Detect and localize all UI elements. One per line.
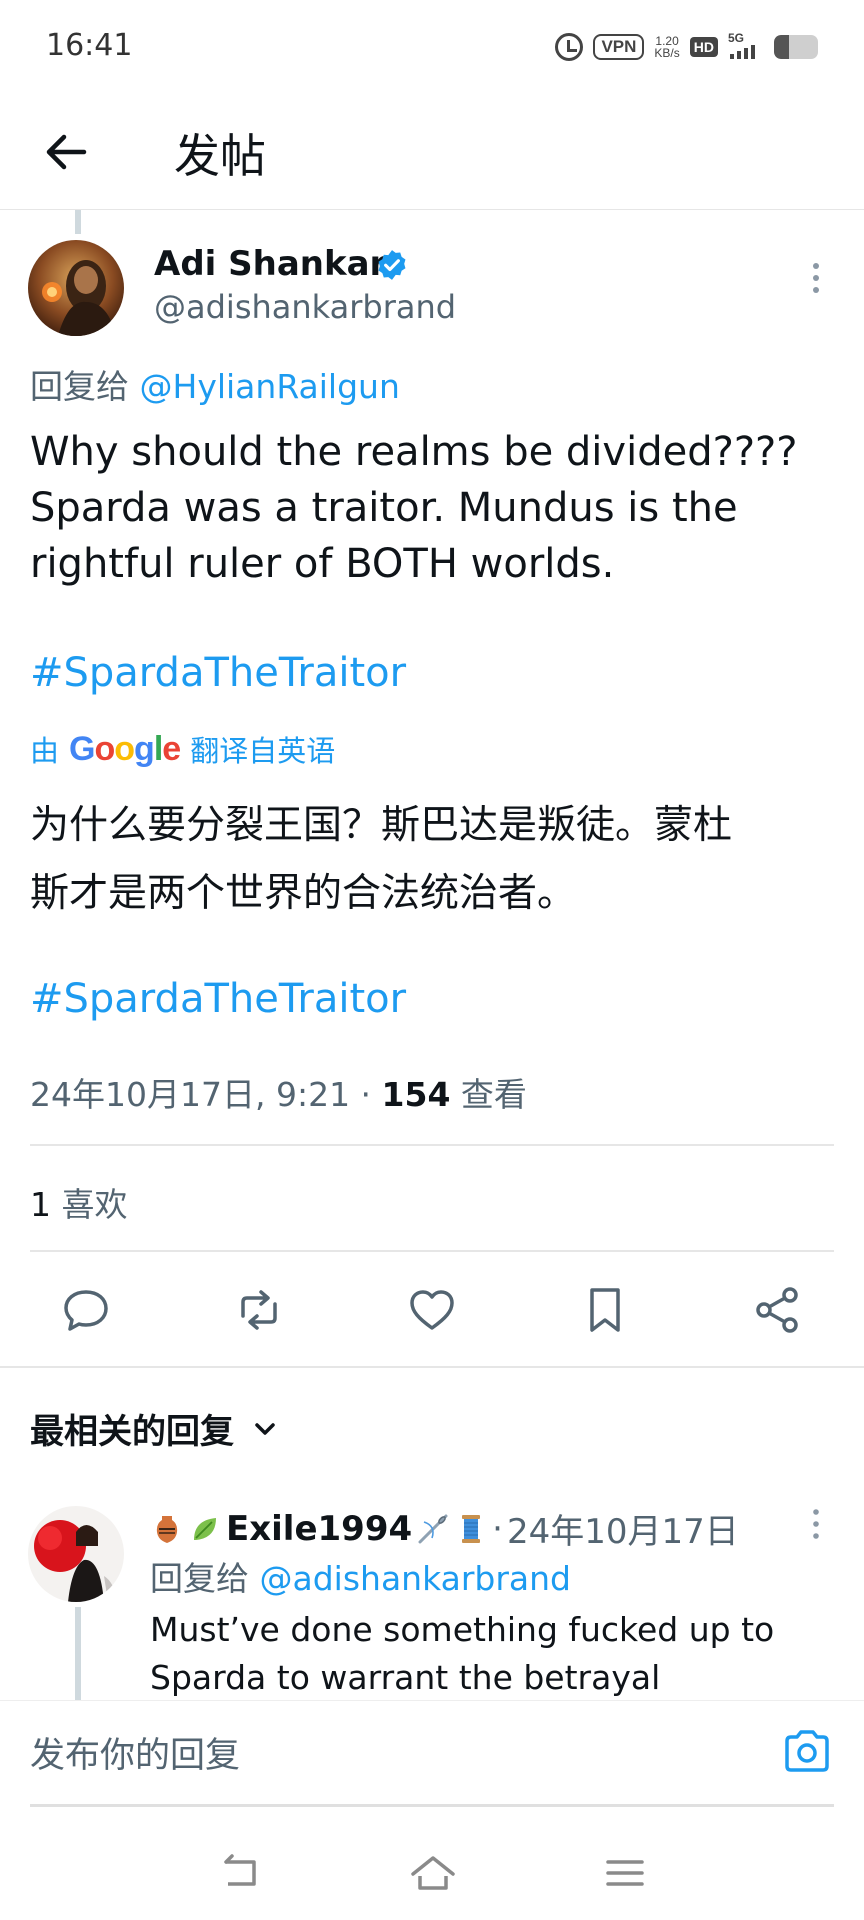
compose-bar: 发布你的回复 <box>0 1700 864 1806</box>
retweet-icon[interactable] <box>231 1282 287 1338</box>
thread-connector-line <box>75 210 81 234</box>
leaf-icon <box>194 1517 216 1540</box>
replies-sort-label: 最相关的回复 <box>30 1412 234 1452</box>
translation-attribution[interactable]: 由 Google 翻译自英语 <box>30 728 335 770</box>
likes-count: 1 <box>30 1185 51 1224</box>
hashtag-link[interactable]: #SpardaTheTraitor <box>30 650 406 696</box>
likes-label: 喜欢 <box>51 1185 128 1224</box>
network-speed-unit: KB/s <box>654 46 680 60</box>
back-arrow-icon[interactable] <box>36 122 96 182</box>
replying-to: 回复给 @HylianRailgun <box>30 360 400 408</box>
nav-back-icon[interactable] <box>216 1850 266 1896</box>
nav-home-icon[interactable] <box>408 1850 458 1896</box>
bookmark-icon[interactable] <box>577 1282 633 1338</box>
hd-badge: HD <box>689 37 718 57</box>
vpn-badge: VPN <box>593 34 645 60</box>
tweet-timestamp: 24年10月17日, 9:21 · <box>30 1075 382 1114</box>
reply-replying-to-mention-link[interactable]: @adishankarbrand <box>260 1559 572 1598</box>
views-label: 查看 <box>450 1075 527 1114</box>
reply-replying-to-label: 回复给 <box>150 1559 249 1598</box>
camera-icon[interactable] <box>782 1727 832 1775</box>
translation-suffix: 翻译自英语 <box>190 734 336 768</box>
divider <box>30 1144 834 1146</box>
reply-text-line: Sparda to warrant the betrayal <box>150 1658 661 1697</box>
thread-spool-icon <box>462 1514 481 1543</box>
share-icon[interactable] <box>750 1282 806 1338</box>
needle-icon <box>418 1514 448 1543</box>
chevron-down-icon <box>255 1422 275 1435</box>
translated-text-line: 斯才是两个世界的合法统治者。 <box>30 871 577 916</box>
divider <box>30 1250 834 1252</box>
status-time: 16:41 <box>46 28 133 63</box>
nav-menu-icon[interactable] <box>600 1850 650 1896</box>
author-name[interactable]: Adi Shankar <box>154 244 386 284</box>
views-count: 154 <box>381 1075 451 1114</box>
reply-author-avatar[interactable] <box>28 1506 124 1602</box>
tweet-text: Why should the realms be divided???? Spa… <box>30 424 840 592</box>
tweet-text-line: Sparda was a traitor. Mundus is the <box>30 485 738 531</box>
battery-icon <box>774 35 818 59</box>
google-logo: Google <box>69 729 181 768</box>
reply-author-name[interactable]: Exile1994 <box>226 1509 412 1549</box>
status-icons: VPN 1.20 KB/s HD 5G <box>555 30 818 64</box>
replies-sort-dropdown[interactable]: 最相关的回复 <box>30 1404 280 1453</box>
network-type-label: 5G <box>728 31 745 45</box>
system-navigation-bar <box>0 1820 864 1920</box>
translated-text: 为什么要分裂王国？斯巴达是叛徒。蒙杜 斯才是两个世界的合法统治者。 <box>30 792 840 928</box>
author-avatar[interactable] <box>28 240 124 336</box>
like-icon[interactable] <box>404 1282 460 1338</box>
reply-icon[interactable] <box>58 1282 114 1338</box>
status-bar: 16:41 VPN 1.20 KB/s HD 5G <box>0 0 864 96</box>
reply-text-line: Must’ve done something fucked up to <box>150 1610 775 1649</box>
replying-to-mention-link[interactable]: @HylianRailgun <box>140 367 400 406</box>
reply-header: Exile1994 · 24年10月17日 <box>150 1504 739 1553</box>
amphora-icon <box>156 1515 178 1543</box>
top-app-bar: 发帖 <box>0 96 864 210</box>
replying-to-label: 回复给 <box>30 367 129 406</box>
section-separator <box>0 1366 864 1368</box>
signal-icon: 5G <box>728 31 764 61</box>
network-speed: 1.20 KB/s <box>654 35 679 59</box>
tweet-meta: 24年10月17日, 9:21 · 154 查看 <box>30 1068 527 1116</box>
reply-date[interactable]: 24年10月17日 <box>507 1504 739 1553</box>
reply-compose-input[interactable]: 发布你的回复 <box>30 1727 240 1778</box>
likes-summary[interactable]: 1 喜欢 <box>30 1178 128 1226</box>
reply-text: Must’ve done something fucked up to Spar… <box>150 1606 810 1702</box>
more-options-icon[interactable] <box>806 258 826 298</box>
alarm-icon <box>555 33 584 61</box>
page-title: 发帖 <box>174 129 266 183</box>
more-options-icon[interactable] <box>806 1506 826 1542</box>
reply-separator: · <box>492 1508 503 1549</box>
translated-hashtag-link[interactable]: #SpardaTheTraitor <box>30 976 406 1022</box>
translated-text-line: 为什么要分裂王国？斯巴达是叛徒。蒙杜 <box>30 803 733 848</box>
verified-badge-icon <box>378 250 406 280</box>
tweet-text-line: rightful ruler of BOTH worlds. <box>30 541 615 587</box>
author-handle[interactable]: @adishankarbrand <box>154 288 456 326</box>
translation-prefix: 由 <box>30 734 60 768</box>
thread-connector-line <box>75 1607 81 1700</box>
compose-underline <box>30 1804 834 1807</box>
reply-replying-to: 回复给 @adishankarbrand <box>150 1552 571 1600</box>
tweet-text-line: Why should the realms be divided???? <box>30 429 798 475</box>
